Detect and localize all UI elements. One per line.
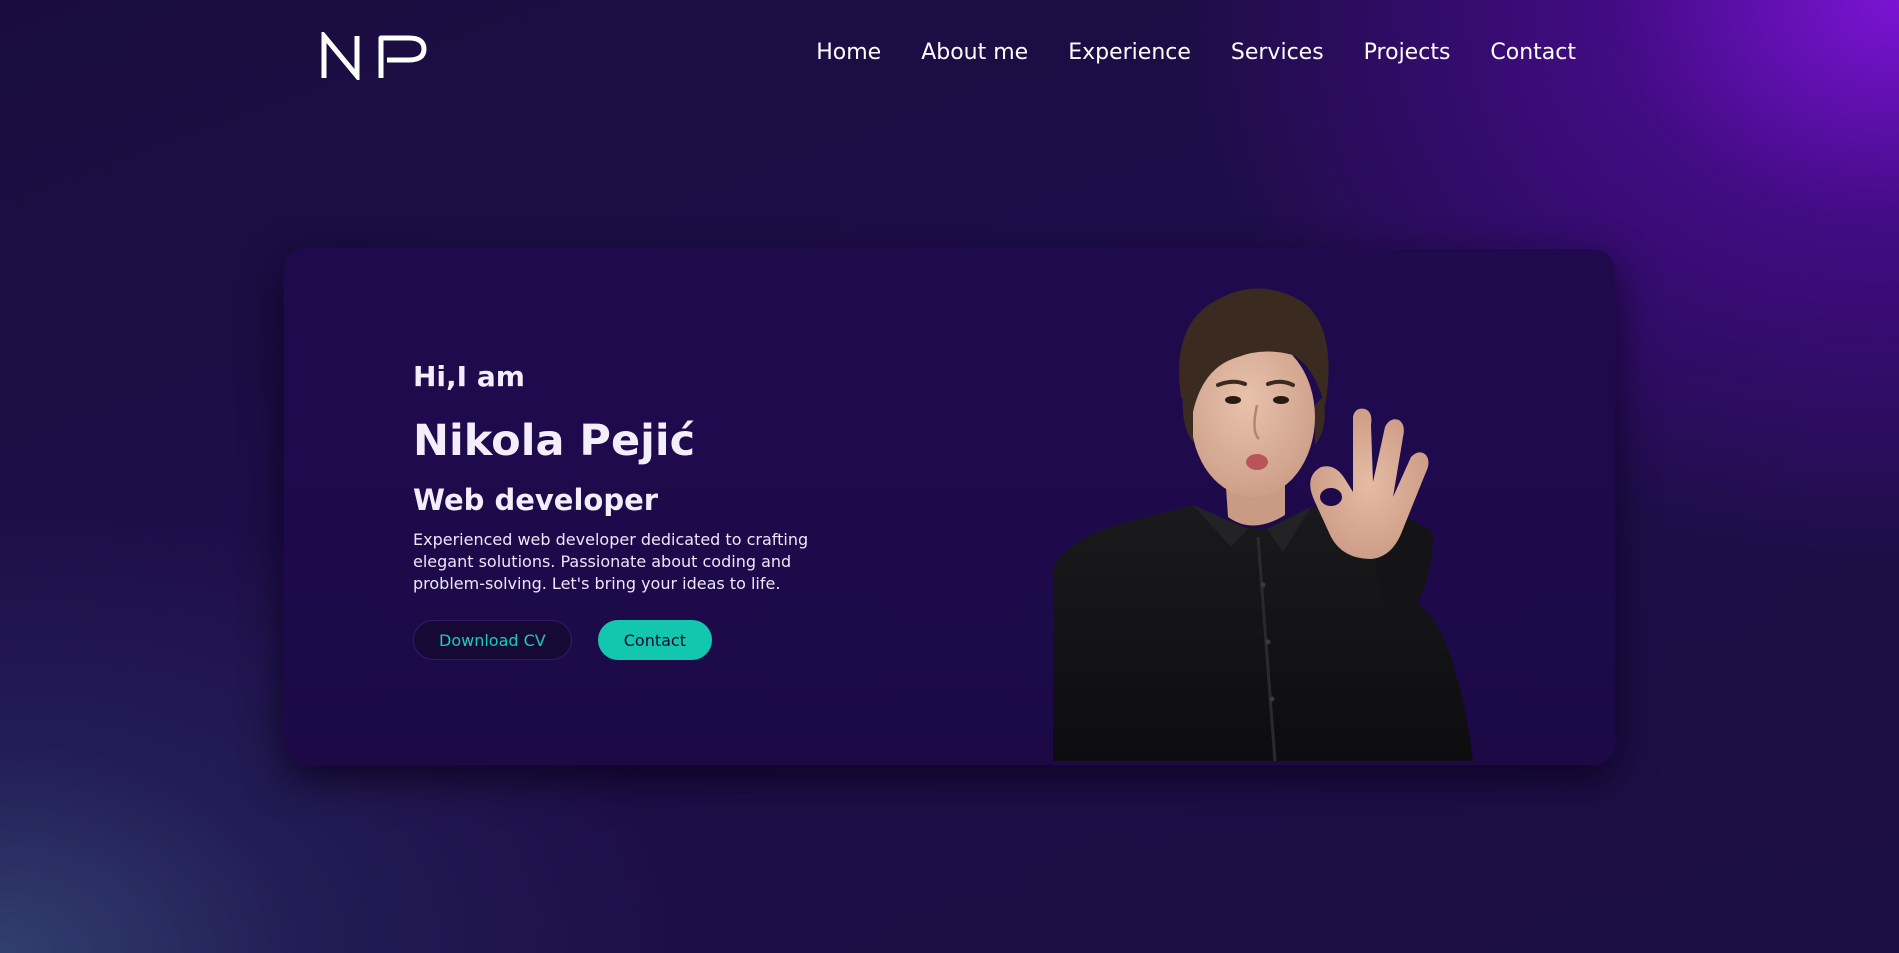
nav-item-services[interactable]: Services [1231,38,1324,68]
hero-text: Hi,I am Nikola Pejić Web developer Exper… [413,359,883,660]
hero-buttons: Download CV Contact [413,620,883,660]
contact-button[interactable]: Contact [597,620,712,660]
hero-greeting: Hi,I am [413,360,525,393]
nav-item-experience[interactable]: Experience [1068,38,1191,68]
portrait-image [1053,288,1473,761]
np-logo-icon [321,29,427,83]
nav-item-projects[interactable]: Projects [1364,38,1451,68]
logo[interactable] [321,29,427,83]
hero-name: Nikola Pejić [413,416,696,466]
nav-item-contact[interactable]: Contact [1490,38,1576,68]
hero-card: Hi,I am Nikola Pejić Web developer Exper… [284,249,1615,765]
nav-item-home[interactable]: Home [816,38,881,68]
hero-role: Web developer [413,483,659,517]
hero-bio: Experienced web developer dedicated to c… [413,530,809,593]
download-cv-button[interactable]: Download CV [413,620,572,660]
nav-item-about-me[interactable]: About me [921,38,1028,68]
main-nav: Home About me Experience Services Projec… [816,38,1576,68]
